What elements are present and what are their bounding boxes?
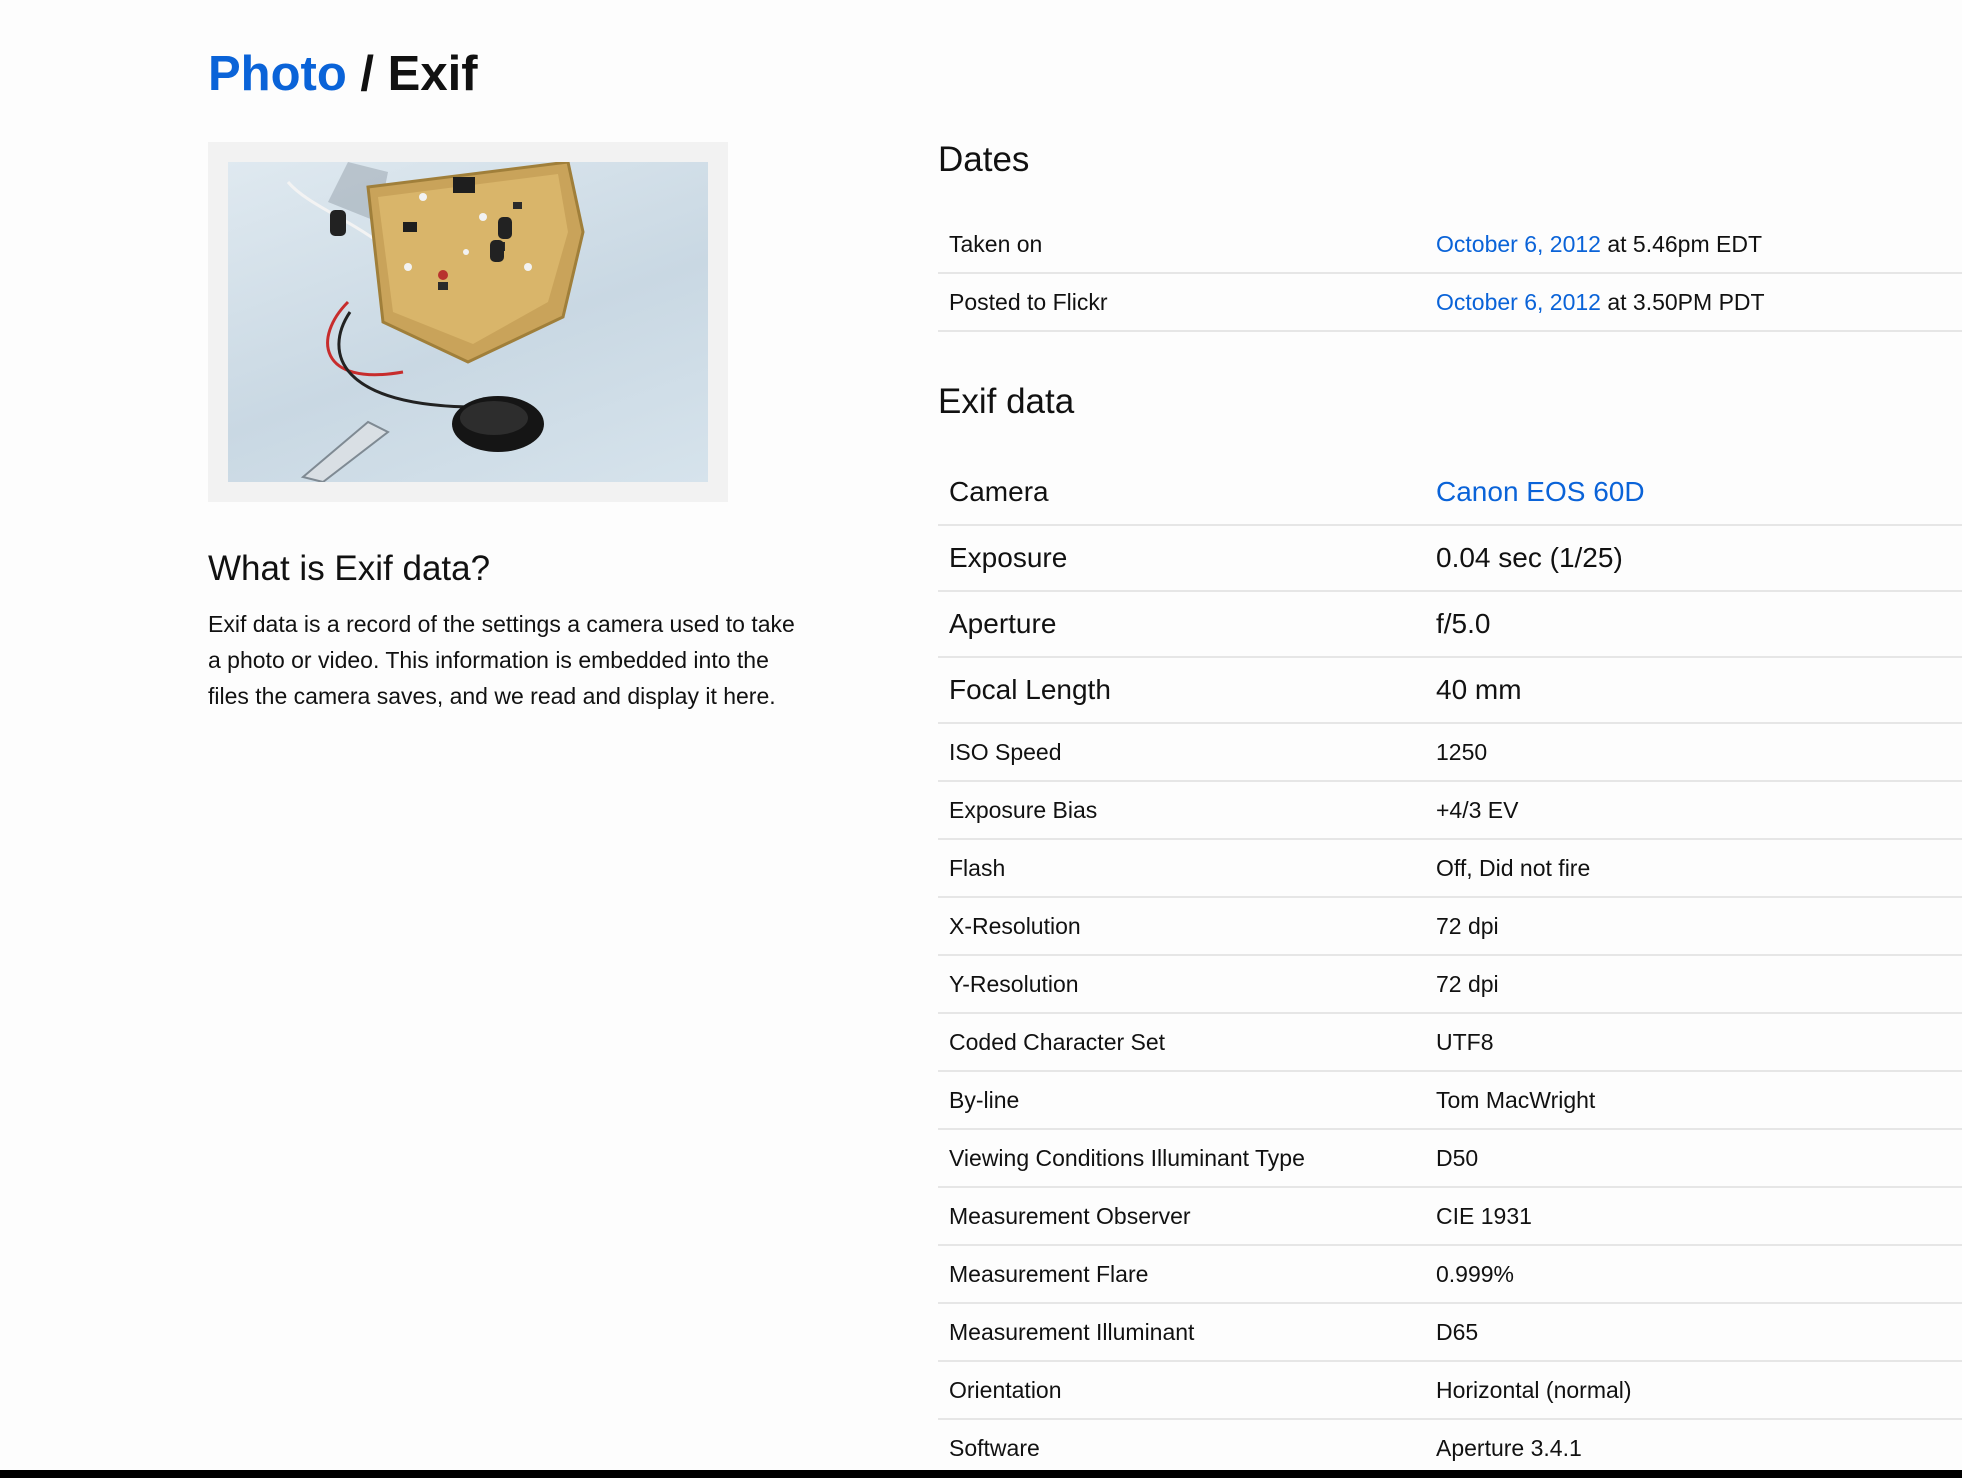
exif-label: By-line [938,1071,1425,1130]
exif-label: Measurement Illuminant [938,1303,1425,1362]
exif-value: 0.999% [1425,1245,1962,1304]
exif-row: Y-Resolution 72 dpi [938,955,1962,1014]
exif-row: Aperture f/5.0 [938,591,1962,658]
photo-thumbnail[interactable] [228,162,708,482]
circuit-board-photo [286,162,585,482]
exif-row: ISO Speed 1250 [938,723,1962,782]
exif-label: Focal Length [938,657,1425,724]
exif-label: Software [938,1419,1425,1478]
page-title-text: Exif [387,47,478,101]
exif-value: UTF8 [1425,1013,1962,1072]
exif-value: +4/3 EV [1425,781,1962,840]
exif-data-heading: Exif data [938,382,1075,421]
exif-row: Flash Off, Did not fire [938,839,1962,898]
exif-value: 72 dpi [1425,955,1962,1014]
exif-row: Viewing Conditions Illuminant Type D50 [938,1129,1962,1188]
exif-row: X-Resolution 72 dpi [938,897,1962,956]
exif-value: 72 dpi [1425,897,1962,956]
exif-label: Exposure Bias [938,781,1425,840]
exif-value: 0.04 sec (1/25) [1425,525,1962,592]
dates-heading: Dates [938,140,1030,179]
breadcrumb-separator: / [346,47,388,101]
date-row-posted: Posted to Flickr October 6, 2012 at 3.50… [938,273,1962,332]
taken-on-date-link[interactable]: October 6, 2012 [1436,231,1601,257]
taken-on-time: at 5.46pm EDT [1600,230,1763,257]
exif-row: Focal Length 40 mm [938,657,1962,724]
taken-on-label: Taken on [938,216,1425,274]
about-exif-heading: What is Exif data? [208,549,491,588]
exif-value: 40 mm [1425,657,1962,724]
exif-table: Camera Canon EOS 60D Exposure 0.04 sec (1… [938,460,1962,1478]
exif-label: Measurement Observer [938,1187,1425,1246]
exif-row: By-line Tom MacWright [938,1071,1962,1130]
exif-value: CIE 1931 [1425,1187,1962,1246]
exif-label: Measurement Flare [938,1245,1425,1304]
exif-value: 1250 [1425,723,1962,782]
exif-value: Tom MacWright [1425,1071,1962,1130]
bottom-edge-bar [0,1470,1962,1478]
camera-link[interactable]: Canon EOS 60D [1436,476,1645,507]
posted-date-link[interactable]: October 6, 2012 [1436,289,1601,315]
exif-row: Measurement Flare 0.999% [938,1245,1962,1304]
exif-label: ISO Speed [938,723,1425,782]
exif-label: X-Resolution [938,897,1425,956]
posted-value: October 6, 2012 at 3.50PM PDT [1425,273,1962,332]
exif-label: Orientation [938,1361,1425,1420]
exif-row: Software Aperture 3.4.1 [938,1419,1962,1478]
exif-label: Aperture [938,591,1425,658]
dates-table: Taken on October 6, 2012 at 5.46pm EDT P… [938,216,1962,332]
exif-label: Exposure [938,525,1425,592]
exif-row: Exposure 0.04 sec (1/25) [938,525,1962,592]
date-row-taken: Taken on October 6, 2012 at 5.46pm EDT [938,216,1962,274]
about-exif-text: Exif data is a record of the settings a … [208,611,795,709]
exif-row: Orientation Horizontal (normal) [938,1361,1962,1420]
exif-row-camera: Camera Canon EOS 60D [938,460,1962,526]
exif-label: Y-Resolution [938,955,1425,1014]
page-title: Photo / Exif [208,42,478,106]
exif-row: Measurement Illuminant D65 [938,1303,1962,1362]
exif-label: Coded Character Set [938,1013,1425,1072]
photo-frame [208,142,728,502]
posted-time: at 3.50PM PDT [1600,288,1765,315]
taken-on-value: October 6, 2012 at 5.46pm EDT [1425,216,1962,274]
exif-row: Coded Character Set UTF8 [938,1013,1962,1072]
photo-breadcrumb-link[interactable]: Photo [208,47,347,101]
exif-value: Aperture 3.4.1 [1425,1419,1962,1478]
exif-value: D65 [1425,1303,1962,1362]
exif-value: Off, Did not fire [1425,839,1962,898]
camera-value: Canon EOS 60D [1425,460,1962,526]
exif-value: f/5.0 [1425,591,1962,658]
exif-value: Horizontal (normal) [1425,1361,1962,1420]
exif-row: Measurement Observer CIE 1931 [938,1187,1962,1246]
exif-row: Exposure Bias +4/3 EV [938,781,1962,840]
exif-label: Flash [938,839,1425,898]
posted-label: Posted to Flickr [938,273,1425,332]
exif-label: Viewing Conditions Illuminant Type [938,1129,1425,1188]
camera-label: Camera [938,460,1425,526]
exif-value: D50 [1425,1129,1962,1188]
